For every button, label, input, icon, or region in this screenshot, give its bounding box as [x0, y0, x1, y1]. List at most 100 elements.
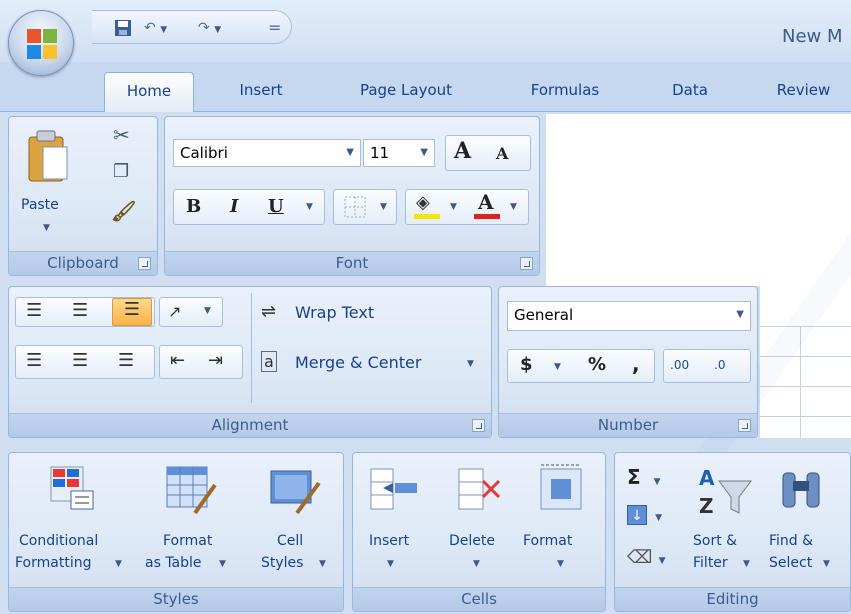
font-dialog-launcher[interactable] — [520, 257, 533, 270]
italic-button[interactable]: I — [230, 196, 238, 217]
binoculars-icon — [782, 472, 820, 508]
increase-indent-icon[interactable]: ⇥ — [208, 350, 223, 371]
align-left-icon[interactable]: ☰ — [26, 350, 42, 371]
number-dialog-launcher[interactable] — [738, 419, 751, 432]
conditional-formatting-label-1: Conditional — [19, 533, 99, 549]
find-select-button[interactable]: Find & Select ▼ — [767, 461, 851, 579]
align-bottom-icon[interactable]: ☰ — [112, 298, 152, 326]
decimal-buttons: .00 .0 — [663, 349, 751, 383]
decrease-indent-icon[interactable]: ⇤ — [170, 350, 185, 371]
vertical-align-buttons: ☰ ☰ ☰ — [15, 297, 155, 327]
font-name-value: Calibri — [180, 144, 228, 162]
align-center-icon[interactable]: ☰ — [72, 350, 88, 371]
borders-icon — [344, 196, 366, 218]
format-as-table-icon — [166, 466, 217, 515]
grow-font-button[interactable]: A — [454, 138, 471, 164]
sort-filter-label-1: Sort & — [693, 533, 738, 549]
sort-filter-button[interactable]: A Z Sort & Filter ▼ — [685, 461, 761, 579]
tab-page-layout[interactable]: Page Layout — [336, 72, 476, 112]
alignment-group-label: Alignment — [9, 413, 491, 437]
cell-styles-label-2: Styles — [261, 555, 304, 571]
number-group-label: Number — [499, 413, 757, 437]
delete-cells-label: Delete — [449, 533, 495, 549]
scissors-icon[interactable]: ✂ — [113, 123, 130, 147]
paste-button[interactable]: Paste ▼ — [19, 125, 79, 243]
shrink-font-button[interactable]: A — [496, 144, 508, 163]
fill-color-button[interactable]: ◈ ▼ — [412, 192, 468, 222]
customize-qat-icon[interactable]: = — [268, 16, 281, 40]
font-size-combo[interactable]: 11 ▼ — [363, 139, 435, 167]
autosum-icon: Σ — [627, 465, 641, 489]
format-as-table-label-1: Format — [163, 533, 213, 549]
format-cells-button[interactable]: Format ▼ — [523, 461, 601, 579]
align-top-icon[interactable]: ☰ — [26, 300, 42, 321]
increase-decimal-button[interactable]: .00 — [670, 358, 689, 372]
tab-data[interactable]: Data — [650, 72, 730, 112]
font-color-button[interactable]: A ▼ — [472, 190, 528, 222]
alignment-dialog-launcher[interactable] — [472, 419, 485, 432]
orientation-button[interactable]: ↗ ▼ — [159, 297, 223, 327]
insert-cells-button[interactable]: Insert ▼ — [363, 461, 427, 579]
decrease-decimal-button[interactable]: .0 — [714, 358, 725, 372]
wrap-text-label: Wrap Text — [295, 303, 375, 322]
fill-bucket-icon: ◈ — [416, 192, 430, 213]
format-cells-icon — [540, 464, 582, 510]
sort-filter-icon: A Z — [699, 466, 752, 518]
format-as-table-label-2: as Table — [145, 555, 202, 571]
tab-formulas[interactable]: Formulas — [510, 72, 620, 112]
clipboard-dialog-launcher[interactable] — [138, 257, 151, 270]
wrap-text-button[interactable]: ⇌ Wrap Text — [261, 299, 461, 327]
autosum-button[interactable]: Σ ▼ — [627, 465, 661, 489]
underline-button[interactable]: U — [268, 196, 284, 217]
text-style-buttons: B I U ▼ — [173, 189, 325, 225]
find-select-label-1: Find & — [769, 533, 814, 549]
redo-icon[interactable]: ↷ ▼ — [198, 16, 221, 40]
conditional-formatting-label-2: Formatting — [15, 555, 92, 571]
separator — [251, 293, 252, 403]
font-color-swatch — [474, 214, 500, 219]
merge-center-button[interactable]: a Merge & Center ▼ — [261, 349, 485, 377]
undo-icon[interactable]: ↶ ▼ — [144, 16, 167, 40]
find-select-label-2: Select — [769, 555, 813, 571]
horizontal-align-buttons: ☰ ☰ ☰ — [15, 345, 155, 379]
cells-group: Insert ▼ Delete ▼ Format ▼ Cells — [352, 452, 606, 612]
sort-filter-label-2: Filter — [693, 555, 728, 571]
color-buttons: ◈ ▼ A ▼ — [405, 189, 529, 225]
borders-button[interactable]: ▼ — [333, 189, 397, 225]
alignment-group: ☰ ☰ ☰ ↗ ▼ ☰ ☰ ☰ ⇤ ⇥ ⇌ Wrap Text a Merge … — [8, 286, 492, 438]
tab-review[interactable]: Review — [756, 72, 851, 112]
format-as-table-button[interactable]: Format as Table ▼ — [139, 461, 235, 579]
styles-group-label: Styles — [9, 587, 343, 611]
insert-cells-icon — [370, 468, 417, 510]
format-painter-icon[interactable]: 🖌 — [111, 199, 136, 223]
tab-insert[interactable]: Insert — [216, 72, 306, 112]
copy-icon[interactable]: ❐ — [113, 161, 129, 182]
align-right-icon[interactable]: ☰ — [118, 350, 134, 371]
editing-group: Σ ▼ ↓ ▼ ⌫ ▼ A Z Sort & Filter ▼ Find & S… — [614, 452, 851, 612]
percent-button[interactable]: % — [588, 354, 606, 375]
number-group: General ▼ $ ▼ % , .00 .0 Number — [498, 286, 758, 438]
comma-button[interactable]: , — [632, 352, 640, 376]
office-button[interactable] — [8, 10, 74, 76]
clipboard-group: Paste ▼ ✂ ❐ 🖌 Clipboard — [8, 116, 158, 276]
conditional-formatting-icon — [50, 466, 94, 510]
font-name-combo[interactable]: Calibri ▼ — [173, 139, 361, 167]
delete-cells-button[interactable]: Delete ▼ — [445, 461, 519, 579]
cell-styles-icon — [270, 470, 321, 515]
wrap-text-icon: ⇌ — [261, 301, 277, 322]
cell-styles-button[interactable]: Cell Styles ▼ — [249, 461, 339, 579]
office-logo-icon — [27, 29, 57, 59]
styles-group: Conditional Formatting ▼ Format as Table… — [8, 452, 344, 612]
editing-group-label: Editing — [615, 587, 850, 611]
conditional-formatting-button[interactable]: Conditional Formatting ▼ — [15, 461, 127, 579]
worksheet-area — [546, 114, 851, 286]
bold-button[interactable]: B — [186, 196, 201, 217]
cell-styles-label-1: Cell — [277, 533, 304, 549]
align-middle-icon[interactable]: ☰ — [72, 300, 88, 321]
fill-button[interactable]: ↓ ▼ — [627, 505, 667, 531]
tab-home[interactable]: Home — [104, 72, 194, 112]
number-format-combo[interactable]: General ▼ — [507, 301, 751, 331]
save-icon[interactable] — [114, 16, 132, 40]
clear-button[interactable]: ⌫ ▼ — [627, 547, 667, 573]
currency-button[interactable]: $ — [520, 354, 533, 375]
